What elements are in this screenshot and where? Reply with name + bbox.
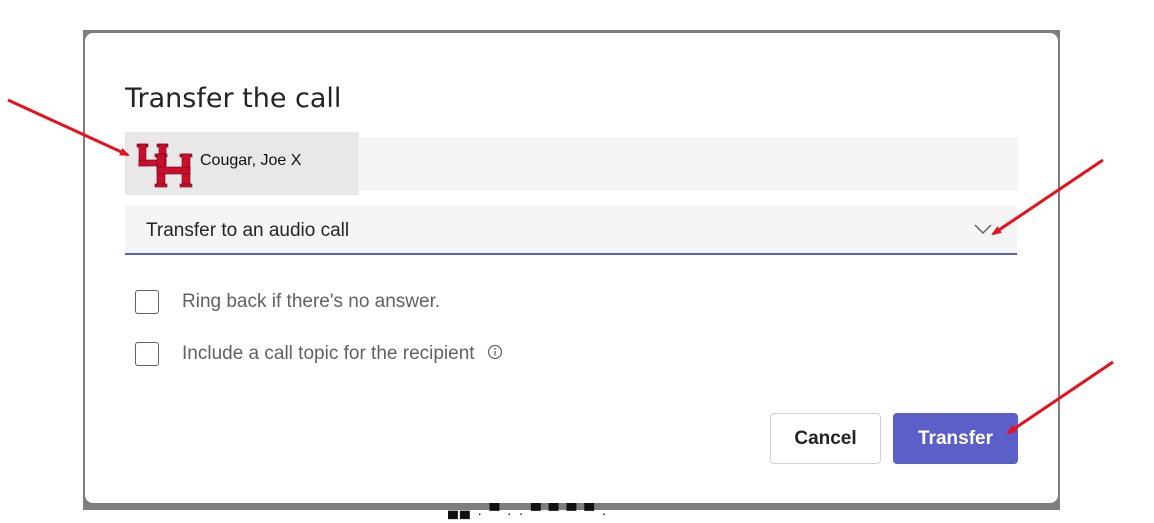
recipient-field[interactable]: Cougar, Joe X [125,132,1018,195]
transfer-type-dropdown[interactable]: Transfer to an audio call [125,205,1017,255]
background-partial-text: ▄▄ . ▀ . . ▀ ▀ ▀ ▀ . [448,502,608,518]
uh-logo [136,143,193,188]
recipient-chip[interactable]: Cougar, Joe X [125,132,359,195]
chevron-down-icon [974,224,992,235]
transfer-call-dialog: Transfer the call Cougar, Joe X Transfer… [85,33,1058,503]
transfer-type-selected: Transfer to an audio call [146,220,350,241]
ring-back-label: Ring back if there's no answer. [182,291,441,312]
call-topic-label: Include a call topic for the recipient [182,343,475,364]
transfer-button[interactable]: Transfer [893,413,1018,464]
ring-back-checkbox[interactable] [135,290,159,314]
recipient-name: Cougar, Joe X [200,152,302,169]
info-icon[interactable] [487,344,503,360]
call-topic-label-wrap: Include a call topic for the recipient [182,343,503,365]
cancel-button[interactable]: Cancel [770,413,881,464]
call-topic-checkbox[interactable] [135,342,159,366]
dialog-title: Transfer the call [125,83,342,114]
